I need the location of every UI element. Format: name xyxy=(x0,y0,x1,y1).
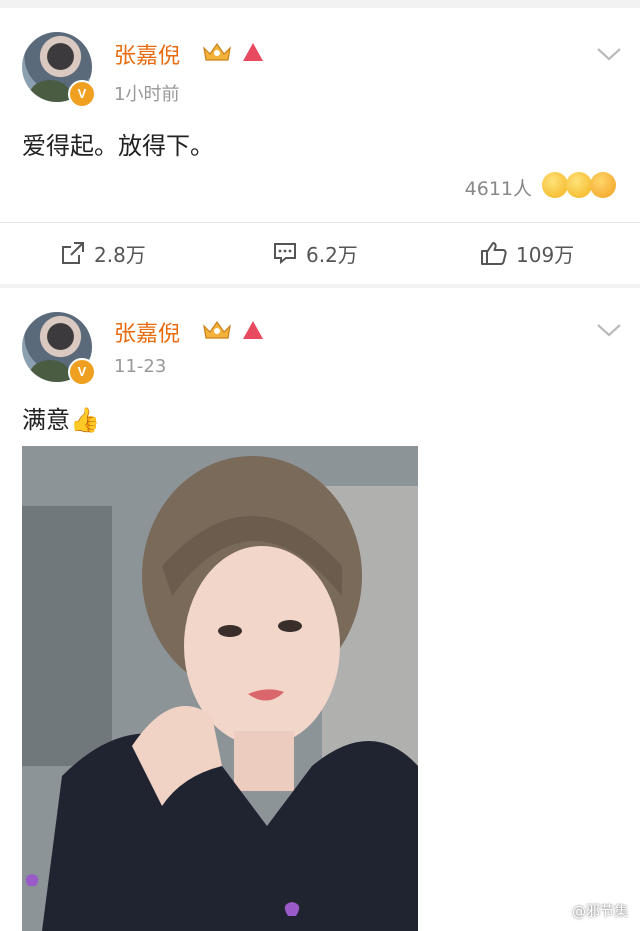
badge-icon xyxy=(243,43,263,61)
comment-icon xyxy=(274,243,296,265)
laughing-emoji-icon xyxy=(566,172,592,198)
like-count: 109万 xyxy=(516,242,575,267)
post-card: V 张嘉倪 1小时前 爱得起。放得下。 4611人 2.8万 6.2万 109万 xyxy=(0,8,640,284)
repost-icon xyxy=(62,242,84,264)
reaction-emoji-icon xyxy=(542,172,568,198)
username[interactable]: 张嘉倪 xyxy=(114,316,180,348)
crown-icon xyxy=(203,42,231,61)
repost-button[interactable]: 2.8万 xyxy=(60,238,146,268)
verified-badge-icon: V xyxy=(68,358,96,386)
reaction-count[interactable]: 4611人 xyxy=(465,174,532,201)
portrait-image xyxy=(22,446,418,931)
comment-button[interactable]: 6.2万 xyxy=(272,238,358,268)
love-emoji-icon xyxy=(590,172,616,198)
badge-icon xyxy=(243,321,263,339)
post-text: 满意👍 xyxy=(22,406,100,434)
repost-count: 2.8万 xyxy=(94,242,146,267)
post-time: 1小时前 xyxy=(114,84,180,105)
thumbs-up-icon xyxy=(481,242,507,265)
verified-badge-icon: V xyxy=(68,80,96,108)
post-text: 爱得起。放得下。 xyxy=(22,132,214,160)
post-time: 11-23 xyxy=(114,356,167,377)
crown-icon xyxy=(203,320,231,339)
username[interactable]: 张嘉倪 xyxy=(114,38,180,70)
chevron-down-icon[interactable] xyxy=(596,322,622,338)
photo-watermark: @邪节集 xyxy=(572,904,628,920)
post-card: V 张嘉倪 11-23 满意👍 @邪节集 xyxy=(0,288,640,931)
divider xyxy=(0,222,640,223)
like-button[interactable]: 109万 xyxy=(480,238,574,268)
chevron-down-icon[interactable] xyxy=(596,46,622,62)
comment-count: 6.2万 xyxy=(306,242,358,267)
post-photo[interactable] xyxy=(22,446,418,931)
